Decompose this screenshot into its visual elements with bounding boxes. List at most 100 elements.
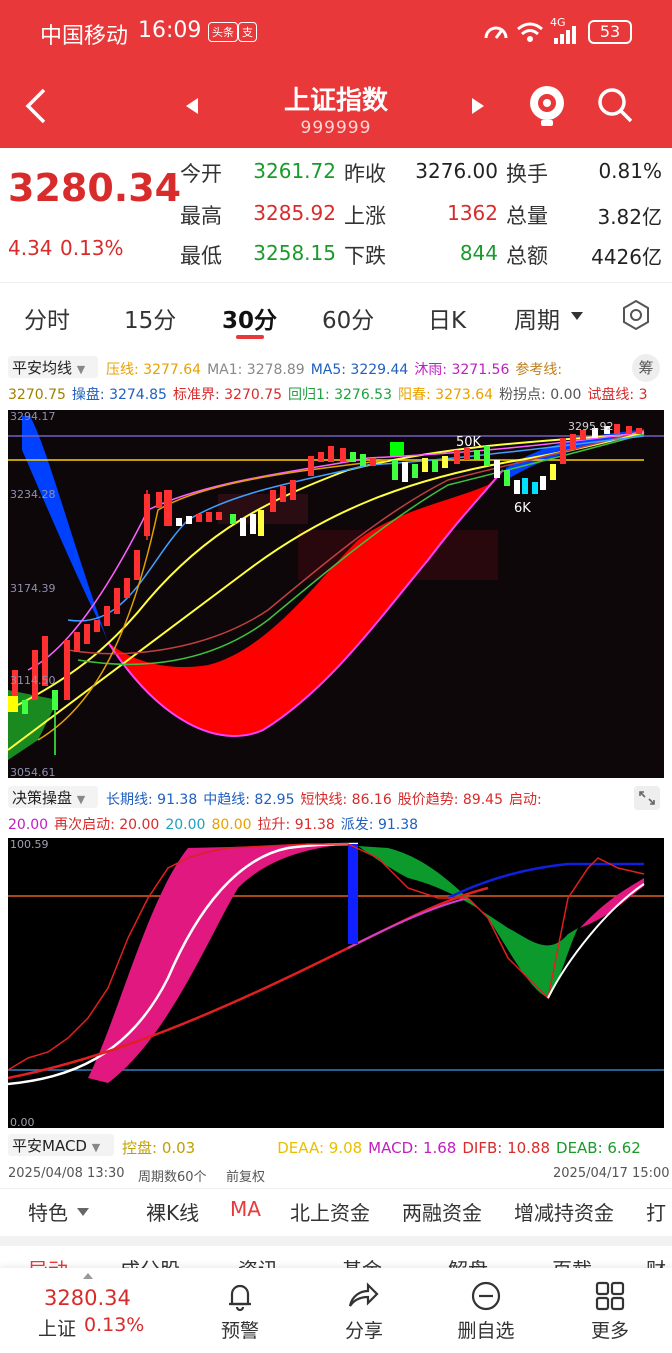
subnav-yidong[interactable]: 异动 — [28, 1254, 68, 1268]
share-button[interactable]: 分享 — [334, 1316, 394, 1343]
nav-northbound[interactable]: 北上资金 — [290, 1197, 370, 1226]
tab-30min[interactable]: 30分 — [222, 301, 277, 335]
indicator-value: 启动: — [509, 792, 542, 808]
indicator-value: 压线: 3277.64 — [106, 362, 202, 378]
tab-daily-k[interactable]: 日K — [428, 301, 466, 335]
app-badge-alipay: 支 — [238, 22, 257, 42]
page-title: 上证指数 — [283, 86, 388, 116]
stat-label: 最高 — [180, 204, 222, 228]
adjust-mode: 前复权 — [226, 1170, 266, 1185]
subnav-jijin[interactable]: 基金 — [342, 1254, 382, 1268]
share-icon[interactable] — [346, 1280, 380, 1312]
time-range-start: 2025/04/08 13:30 — [8, 1166, 125, 1181]
assistant-icon[interactable] — [526, 82, 568, 128]
decision-indicator-chart[interactable]: 100.59 0.00 — [8, 838, 664, 1128]
indicator-value: 长期线: 91.38 — [106, 792, 198, 808]
chevron-down-icon: ▼ — [76, 363, 86, 376]
stat-label: 总量 — [506, 204, 548, 228]
period-count: 周期数60个 — [138, 1170, 207, 1185]
chevron-up-icon[interactable] — [82, 1272, 94, 1280]
stock-code: 999999 — [300, 118, 372, 138]
subnav-yejie[interactable]: 页截 — [552, 1254, 592, 1268]
chip-distribution-button[interactable]: 筹 — [632, 354, 660, 382]
indicator-value: 参考线: — [515, 362, 563, 378]
stat-label: 下跌 — [344, 244, 386, 268]
minus-circle-icon[interactable] — [470, 1280, 502, 1312]
bottom-action-bar: 3280.34 上证 0.13% 预警 分享 删自选 更多 — [0, 1268, 672, 1353]
indicator-value: 拉升: 91.38 — [257, 817, 335, 833]
settings-icon[interactable] — [620, 299, 652, 331]
nav-bare-k[interactable]: 裸K线 — [146, 1197, 199, 1226]
indicator-selector-decision[interactable]: 决策操盘 ▼ — [8, 786, 98, 808]
y-axis-bottom: 3054.61 — [10, 766, 56, 778]
tab-15min[interactable]: 15分 — [124, 301, 176, 335]
app-badge-toutiao: 头条 — [208, 22, 238, 42]
main-kline-chart[interactable]: 3294.17 3234.28 3174.39 3114.50 3054.61 … — [8, 410, 664, 778]
indicator-value: 回归1: 3276.53 — [288, 387, 392, 403]
indicator-selector-ma[interactable]: 平安均线 ▼ — [8, 356, 98, 378]
indicator-value: 20.00 — [165, 817, 206, 833]
y-axis-low: 3174.39 — [10, 582, 56, 595]
indicator-selector-macd[interactable]: 平安MACD ▼ — [8, 1134, 114, 1156]
subnav-cai[interactable]: 财 — [646, 1254, 666, 1268]
bottom-pct: 0.13% — [84, 1314, 145, 1336]
nav-margin[interactable]: 两融资金 — [402, 1197, 482, 1226]
status-carrier: 中国移动 — [40, 24, 129, 49]
speed-icon — [484, 26, 508, 39]
back-icon[interactable] — [24, 86, 48, 126]
indicator-value: 中趋线: 82.95 — [203, 792, 295, 808]
stat-value: 3258.15 — [253, 241, 336, 265]
indicator-value: 沐雨: 3271.56 — [414, 362, 510, 378]
wifi-icon — [517, 22, 543, 42]
stat-value: 3261.72 — [253, 159, 336, 183]
stat-value: 3285.92 — [253, 201, 336, 225]
indicator-name: 平安MACD — [12, 1137, 87, 1155]
indicator-value: 派发: 91.38 — [340, 817, 419, 833]
y-axis-top: 3294.17 — [10, 410, 56, 423]
tab-period[interactable]: 周期 — [514, 301, 560, 335]
nav-more-peek[interactable]: 打 — [646, 1197, 666, 1226]
subnav-jiepan[interactable]: 解盘 — [448, 1254, 488, 1268]
marker-6k: 6K — [514, 501, 531, 516]
active-tab-indicator — [236, 335, 264, 339]
next-stock-icon[interactable] — [470, 96, 486, 116]
nav-ma[interactable]: MA — [230, 1197, 261, 1221]
chevron-down-icon: ▼ — [76, 793, 86, 806]
stat-value: 3276.00 — [415, 159, 498, 183]
subnav-zixun[interactable]: 资讯 — [238, 1254, 278, 1268]
indicator-value: 控盘: 0.03 — [122, 1139, 196, 1157]
tab-60min[interactable]: 60分 — [322, 301, 374, 335]
y-axis-low2: 3114.50 — [10, 674, 56, 687]
remove-watchlist-button[interactable]: 删自选 — [446, 1316, 526, 1343]
grid-more-icon[interactable] — [594, 1280, 626, 1312]
indicator-value: 再次启动: 20.00 — [54, 817, 160, 833]
indicator2-values-line1: 长期线: 91.38 中趋线: 82.95 短快线: 86.16 股价趋势: 89.4… — [106, 789, 634, 809]
indicator-value: 80.00 — [211, 817, 252, 833]
more-button[interactable]: 更多 — [580, 1316, 640, 1343]
chevron-down-icon: ▼ — [91, 1141, 101, 1154]
indicator-value: DEAB: 6.62 — [556, 1139, 641, 1157]
tab-fenshi[interactable]: 分时 — [24, 301, 70, 335]
indicator-value: MA1: 3278.89 — [207, 362, 305, 378]
indicator-value: 操盘: 3274.85 — [71, 387, 167, 403]
indicator-value: 短快线: 86.16 — [300, 792, 392, 808]
stat-value: 844 — [459, 241, 498, 265]
indicator-value: 标准界: 3270.75 — [172, 387, 283, 403]
search-icon[interactable] — [596, 86, 634, 126]
indicator-value: 3270.75 — [8, 387, 66, 403]
stat-value: 1362 — [447, 201, 498, 225]
indicator-value: 股价趋势: 89.45 — [397, 792, 503, 808]
subnav-chengfen[interactable]: 成分股 — [120, 1254, 180, 1268]
bell-icon[interactable] — [224, 1280, 256, 1312]
expand-icon[interactable] — [634, 786, 660, 810]
stat-value: 3.82亿 — [597, 205, 662, 229]
prev-stock-icon[interactable] — [184, 96, 200, 116]
indicator-value: MACD: 1.68 — [368, 1139, 457, 1157]
bottom-price[interactable]: 3280.34 — [44, 1286, 131, 1310]
indicator1-values-line1: 压线: 3277.64 MA1: 3278.89 MA5: 3229.44 沐雨: 3… — [106, 359, 568, 379]
marker-50k: 50K — [456, 435, 482, 450]
bottom-index-name: 上证 — [38, 1318, 77, 1340]
nav-special[interactable]: 特色 — [28, 1197, 68, 1226]
nav-holding-change[interactable]: 增减持资金 — [514, 1197, 614, 1226]
alert-button[interactable]: 预警 — [210, 1316, 270, 1343]
